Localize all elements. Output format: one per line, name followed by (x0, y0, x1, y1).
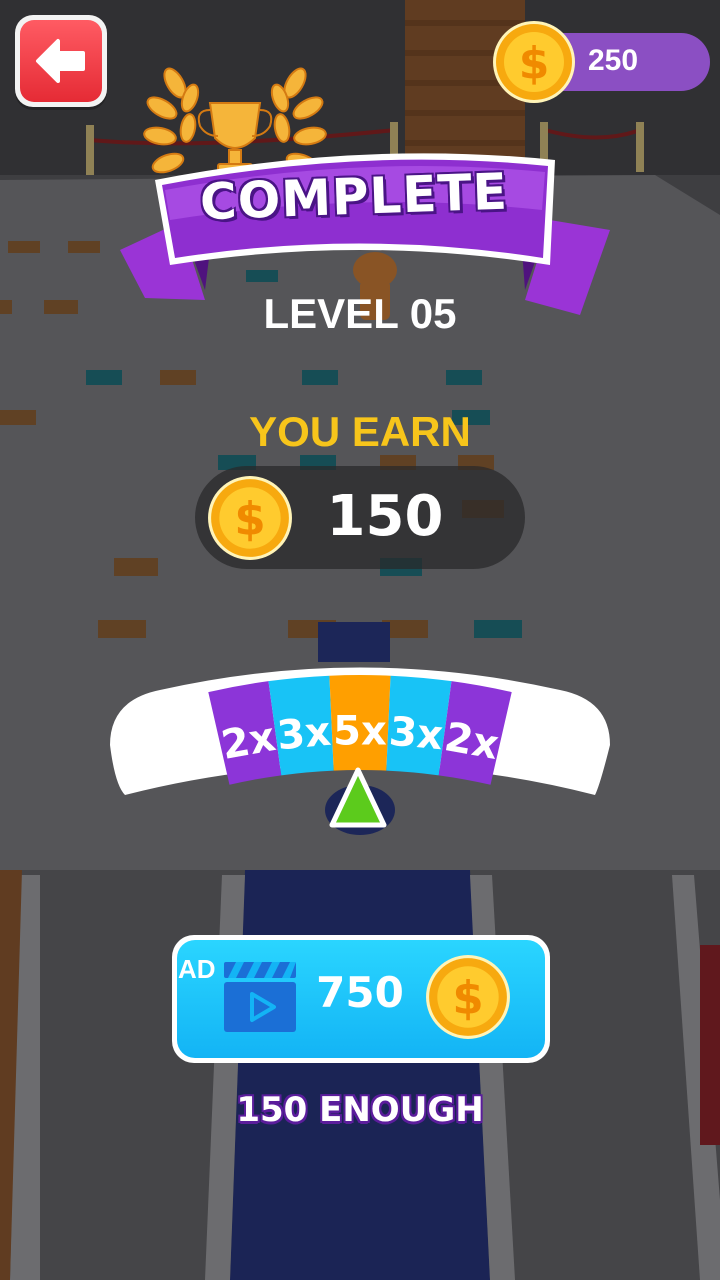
wheel-segment-label: 3x (275, 709, 333, 760)
coin-balance-value: 250 (588, 44, 639, 77)
level-label: LEVEL 05 (263, 290, 457, 337)
you-earn-label: YOU EARN (249, 408, 471, 455)
wheel-segment-label: 5x (333, 709, 387, 755)
video-clapper-icon (224, 962, 296, 1032)
dollar-coin-icon: $ (426, 955, 510, 1039)
arrow-left-icon (36, 39, 85, 83)
ad-badge: AD (178, 954, 216, 984)
wheel-segment-label: 3x (387, 709, 445, 760)
complete-title: COMPLETE (199, 162, 509, 232)
dollar-coin-icon: $ (208, 476, 292, 560)
ad-reward-value: 750 (316, 968, 404, 1017)
earned-value: 150 (326, 484, 444, 549)
svg-text:$: $ (519, 38, 550, 89)
skip-enough-link[interactable]: 150 ENOUGH (210, 1090, 510, 1130)
wheel-segment-label: 2x (441, 714, 502, 769)
wheel-segment-label: 2x (218, 714, 279, 769)
svg-text:$: $ (234, 492, 265, 545)
wheel-pointer-icon (329, 767, 387, 828)
back-button[interactable] (15, 15, 107, 107)
svg-text:$: $ (452, 971, 483, 1024)
multiplier-wheel: 2x3x 5x 3x2x (110, 667, 610, 828)
dollar-coin-icon: $ (493, 21, 575, 103)
